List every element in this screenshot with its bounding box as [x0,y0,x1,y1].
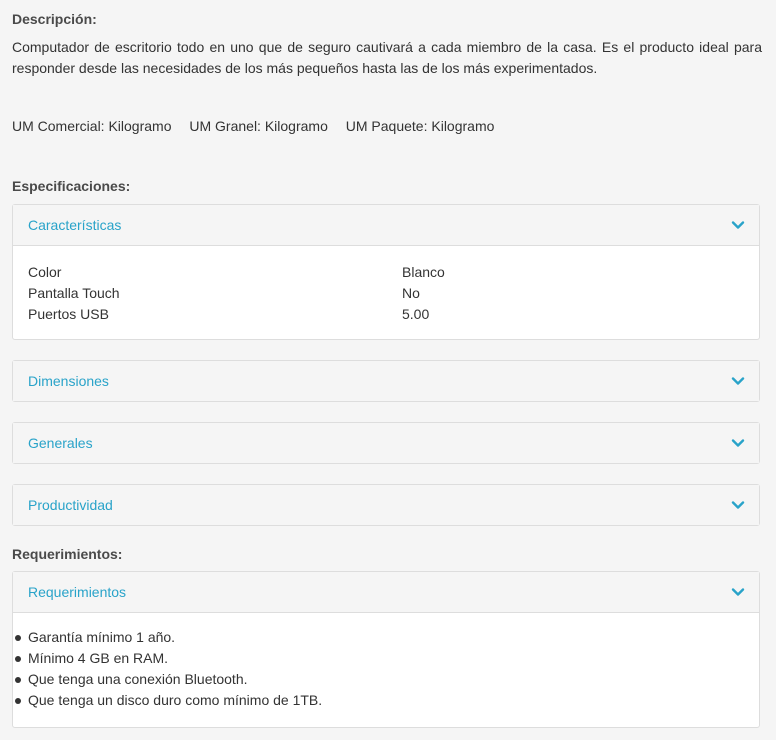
description-heading: Descripción: [12,11,97,27]
panel-title-dimensiones: Dimensiones [28,373,109,389]
requirements-heading: Requerimientos: [12,546,123,562]
spec-label: Puertos USB [28,306,109,322]
chevron-down-icon[interactable] [731,498,745,512]
spec-label: Pantalla Touch [28,285,120,301]
panel-header-productividad[interactable]: Productividad [13,485,759,525]
spec-row: Puertos USB 5.00 [28,304,744,325]
spec-value: 5.00 [402,306,430,322]
bullet-icon [15,656,21,662]
chevron-down-icon[interactable] [731,585,745,599]
panel-productividad: Productividad [12,484,760,526]
specifications-heading: Especificaciones: [12,178,131,194]
panel-header-caracteristicas[interactable]: Características [13,205,759,246]
bullet-icon [15,677,21,683]
um-granel: UM Granel: Kilogramo [189,118,328,134]
requirements-list: Garantía mínimo 1 año. Mínimo 4 GB en RA… [13,613,759,721]
description-text: Computador de escritorio todo en uno que… [12,39,762,76]
chevron-down-icon[interactable] [731,218,745,232]
requirement-text: Que tenga un disco duro como mínimo de 1… [28,692,323,708]
panel-generales: Generales [12,422,760,464]
panel-title-caracteristicas: Características [28,217,122,233]
bullet-icon [15,635,21,641]
panel-title-productividad: Productividad [28,497,113,513]
list-item: Garantía mínimo 1 año. [13,627,759,648]
spec-value: Blanco [402,264,445,280]
spec-row: Pantalla Touch No [28,283,744,304]
panel-dimensiones: Dimensiones [12,360,760,402]
requirement-text: Que tenga una conexión Bluetooth. [28,671,248,687]
panel-header-dimensiones[interactable]: Dimensiones [13,361,759,401]
chevron-down-icon[interactable] [731,436,745,450]
panel-title-generales: Generales [28,435,93,451]
requirement-text: Garantía mínimo 1 año. [28,629,176,645]
spec-label: Color [28,264,62,280]
panel-requerimientos: Requerimientos Garantía mínimo 1 año. Mí… [12,571,760,728]
list-item: Que tenga un disco duro como mínimo de 1… [13,690,759,711]
panel-header-generales[interactable]: Generales [13,423,759,463]
panel-caracteristicas: Características Color Blanco Pantalla To… [12,204,760,340]
bullet-icon [15,698,21,704]
panel-header-requerimientos[interactable]: Requerimientos [13,572,759,613]
um-paquete: UM Paquete: Kilogramo [345,118,495,134]
spec-table: Color Blanco Pantalla Touch No Puertos U… [13,246,759,335]
panel-title-requerimientos: Requerimientos [28,584,127,600]
um-comercial: UM Comercial: Kilogramo [12,118,172,134]
chevron-down-icon[interactable] [731,374,745,388]
units-line: UM Comercial: Kilogramo UM Granel: Kilog… [12,118,508,134]
list-item: Que tenga una conexión Bluetooth. [13,669,759,690]
spec-value: No [402,285,420,301]
list-item: Mínimo 4 GB en RAM. [13,648,759,669]
spec-row: Color Blanco [28,262,744,283]
requirement-text: Mínimo 4 GB en RAM. [28,650,169,666]
